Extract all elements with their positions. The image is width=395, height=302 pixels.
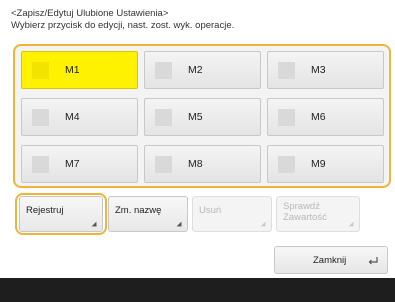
memory-button-m4[interactable]: M4 — [21, 98, 138, 136]
close-button[interactable]: Zamknij — [274, 246, 388, 274]
corner-indicator-icon — [260, 221, 266, 227]
memory-icon — [32, 61, 49, 79]
corner-indicator-icon — [348, 221, 354, 227]
memory-button-m2[interactable]: M2 — [144, 51, 261, 89]
memory-button-label: M7 — [65, 158, 80, 170]
check-content-label-line1: Sprawdź — [283, 201, 320, 212]
memory-button-m6[interactable]: M6 — [267, 98, 384, 136]
delete-label: Usuń — [199, 205, 222, 216]
screen-title: <Zapisz/Edytuj Ulubione Ustawienia> — [11, 8, 169, 19]
memory-button-label: M4 — [65, 111, 80, 123]
memory-button-label: M1 — [65, 64, 80, 76]
rename-button[interactable]: Zm. nazwę — [108, 196, 188, 232]
close-label: Zamknij — [313, 255, 347, 266]
memory-icon — [155, 155, 172, 173]
corner-indicator-icon — [176, 221, 182, 227]
rename-label: Zm. nazwę — [115, 205, 162, 216]
memory-button-group: M1 M2 M3 M4 M5 M6 M7 M8 M9 — [13, 44, 391, 188]
memory-icon — [278, 108, 295, 126]
check-content-label-line2: Zawartość — [283, 212, 327, 223]
memory-button-m8[interactable]: M8 — [144, 145, 261, 183]
memory-icon — [278, 155, 295, 173]
check-content-button[interactable]: Sprawdź Zawartość — [276, 196, 360, 232]
memory-button-m5[interactable]: M5 — [144, 98, 261, 136]
memory-button-m1[interactable]: M1 — [21, 51, 138, 89]
screen-header: <Zapisz/Edytuj Ulubione Ustawienia> Wybi… — [11, 8, 234, 32]
check-content-label: Sprawdź Zawartość — [283, 201, 327, 223]
delete-button[interactable]: Usuń — [192, 196, 272, 232]
memory-button-m7[interactable]: M7 — [21, 145, 138, 183]
register-highlight-frame — [15, 193, 107, 235]
memory-button-label: M9 — [311, 158, 326, 170]
memory-button-label: M2 — [188, 64, 203, 76]
memory-icon — [32, 155, 49, 173]
memory-button-m9[interactable]: M9 — [267, 145, 384, 183]
memory-icon — [32, 108, 49, 126]
return-arrow-icon — [368, 257, 378, 265]
memory-icon — [155, 108, 172, 126]
memory-button-label: M3 — [311, 64, 326, 76]
memory-button-label: M5 — [188, 111, 203, 123]
memory-button-m3[interactable]: M3 — [267, 51, 384, 89]
memory-button-label: M8 — [188, 158, 203, 170]
bottom-status-bar — [0, 278, 395, 302]
screen-instruction: Wybierz przycisk do edycji, nast. zost. … — [11, 20, 235, 31]
memory-icon — [155, 61, 172, 79]
memory-icon — [278, 61, 295, 79]
memory-button-label: M6 — [311, 111, 326, 123]
